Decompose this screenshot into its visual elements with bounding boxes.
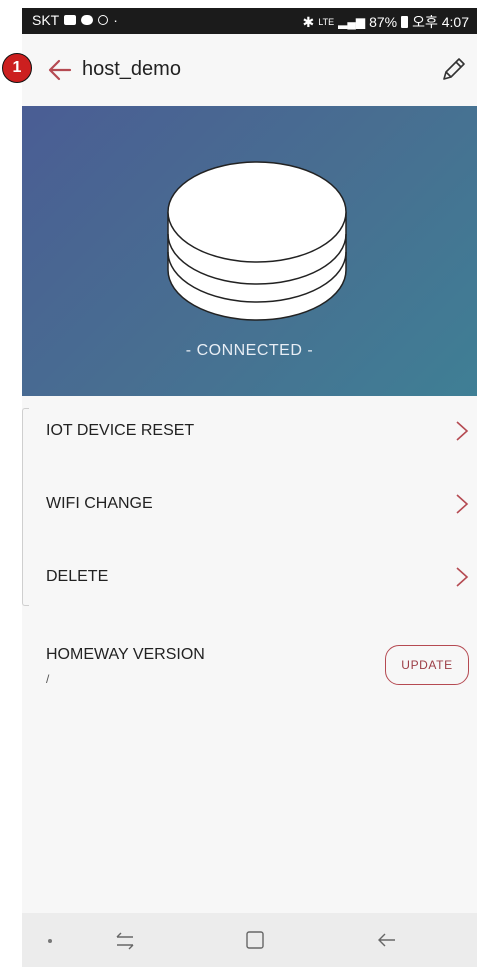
battery-icon	[401, 16, 409, 28]
version-value: /	[46, 672, 50, 686]
menu-item-label: IOT DEVICE RESET	[46, 422, 195, 439]
message-icon	[81, 15, 94, 25]
settings-menu: IOT DEVICE RESET WIFI CHANGE DELETE	[22, 396, 477, 615]
menu-item-iot-device-reset[interactable]: IOT DEVICE RESET	[22, 396, 477, 469]
signal-icon: ▂▄▆	[338, 15, 366, 29]
menu-item-delete[interactable]: DELETE	[22, 542, 477, 615]
clock: 오후 4:07	[412, 14, 469, 30]
carrier-label: SKT	[32, 12, 60, 28]
app-header: host_demo	[22, 34, 477, 106]
gallery-icon	[64, 15, 77, 25]
chevron-right-icon	[456, 421, 469, 441]
page-title: host_demo	[82, 58, 181, 80]
connection-status: - CONNECTED -	[185, 342, 314, 359]
system-back-icon[interactable]	[376, 929, 398, 951]
hub-device-icon	[167, 161, 347, 321]
play-icon	[98, 15, 109, 25]
chevron-right-icon	[456, 494, 469, 514]
annotation-badge: 1	[2, 53, 32, 83]
menu-item-label: WIFI CHANGE	[46, 495, 153, 512]
status-bar: SKT · ✱ LTE ▂▄▆ 87% 오후 4:07	[22, 8, 477, 34]
system-nav-bar	[22, 913, 477, 967]
update-button[interactable]: UPDATE	[385, 645, 469, 685]
version-row: HOMEWAY VERSION / UPDATE	[22, 630, 477, 700]
app-screen: SKT · ✱ LTE ▂▄▆ 87% 오후 4:07 host_demo - …	[22, 8, 477, 967]
more-dot-icon: ·	[113, 12, 118, 28]
status-right: ✱ LTE ▂▄▆ 87% 오후 4:07	[303, 12, 469, 32]
version-label: HOMEWAY VERSION	[46, 646, 205, 663]
menu-item-wifi-change[interactable]: WIFI CHANGE	[22, 469, 477, 542]
edit-button[interactable]	[437, 54, 469, 86]
back-button[interactable]	[44, 54, 76, 86]
arrow-left-icon	[48, 59, 72, 81]
network-type: LTE	[318, 17, 335, 27]
device-hero: - CONNECTED -	[22, 106, 477, 396]
chevron-right-icon	[456, 567, 469, 587]
home-icon[interactable]	[244, 929, 266, 951]
recent-apps-icon[interactable]	[114, 929, 136, 951]
status-left: SKT ·	[32, 12, 118, 28]
pencil-icon	[443, 58, 465, 80]
nav-dot-icon	[48, 939, 52, 943]
menu-item-label: DELETE	[46, 568, 109, 585]
battery-level: 87%	[369, 14, 398, 30]
bluetooth-icon: ✱	[302, 13, 315, 30]
